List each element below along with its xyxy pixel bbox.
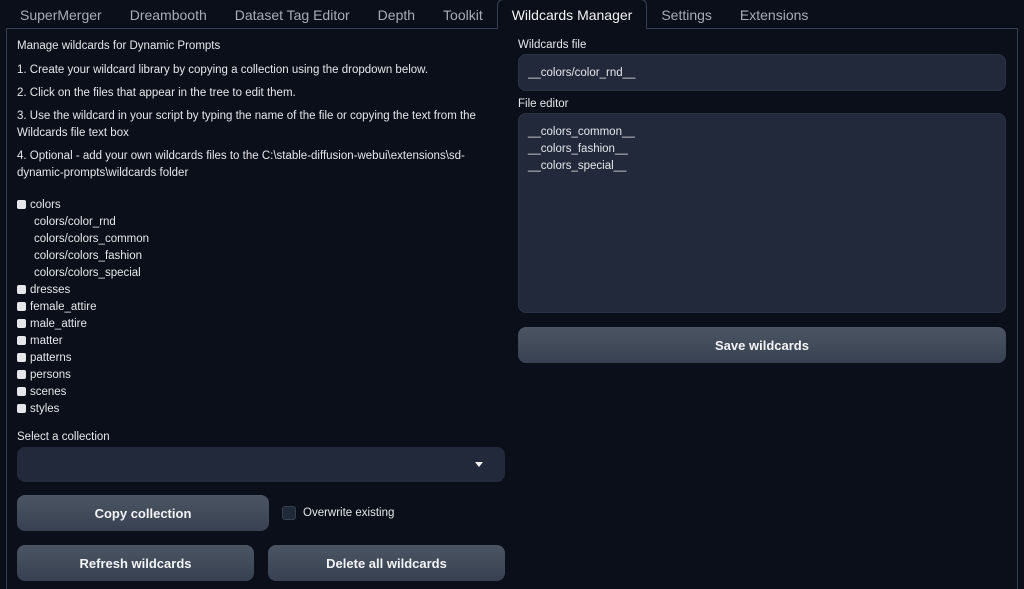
tree-item-label: patterns bbox=[30, 351, 72, 364]
expand-icon[interactable] bbox=[17, 404, 26, 413]
instruction-step-3: 3. Use the wildcard in your script by ty… bbox=[17, 110, 476, 139]
tree-file-item[interactable]: colors/color_rnd bbox=[17, 213, 317, 230]
wildcard-tree: colors colors/color_rnd colors/colors_comm… bbox=[17, 196, 317, 417]
collection-label: Select a collection bbox=[17, 431, 110, 443]
instruction-step-1: 1. Create your wildcard library by copyi… bbox=[17, 64, 429, 76]
dropdown-caret-icon bbox=[475, 462, 483, 467]
tree-folder-item[interactable]: female_attire bbox=[17, 298, 317, 315]
tab-toolkit[interactable]: Toolkit bbox=[429, 0, 497, 29]
expand-icon[interactable] bbox=[17, 353, 26, 362]
tree-item-label: colors/colors_common bbox=[34, 232, 150, 245]
expand-icon[interactable] bbox=[17, 336, 26, 345]
tree-item-label: colors bbox=[30, 198, 61, 211]
tab-depth[interactable]: Depth bbox=[364, 0, 429, 29]
file-editor-textarea[interactable] bbox=[518, 113, 1006, 313]
expand-icon[interactable] bbox=[17, 387, 26, 396]
copy-collection-button[interactable]: Copy collection bbox=[17, 495, 269, 531]
expand-icon[interactable] bbox=[17, 319, 26, 328]
overwrite-existing-checkbox[interactable]: Overwrite existing bbox=[282, 506, 394, 520]
save-wildcards-button[interactable]: Save wildcards bbox=[518, 327, 1006, 363]
tree-folder-item[interactable]: styles bbox=[17, 400, 317, 417]
tree-folder-item[interactable]: patterns bbox=[17, 349, 317, 366]
instruction-step-2: 2. Click on the files that appear in the… bbox=[17, 87, 296, 99]
expand-icon[interactable] bbox=[17, 285, 26, 294]
tree-folder-item[interactable]: colors bbox=[17, 196, 317, 213]
instructions: Manage wildcards for Dynamic Prompts 1. … bbox=[17, 38, 505, 188]
instructions-title: Manage wildcards for Dynamic Prompts bbox=[17, 40, 221, 52]
instruction-step-4: 4. Optional - add your own wildcards fil… bbox=[17, 150, 465, 179]
expand-icon[interactable] bbox=[17, 200, 26, 209]
tab-dreambooth[interactable]: Dreambooth bbox=[116, 0, 221, 29]
checkbox-box[interactable] bbox=[282, 506, 296, 520]
expand-icon[interactable] bbox=[17, 370, 26, 379]
tree-item-label: colors/color_rnd bbox=[34, 215, 116, 228]
wildcards-file-input[interactable] bbox=[518, 54, 1006, 91]
tree-folder-item[interactable]: matter bbox=[17, 332, 317, 349]
tree-item-label: male_attire bbox=[30, 317, 87, 330]
tree-item-label: persons bbox=[30, 368, 71, 381]
tree-item-label: scenes bbox=[30, 385, 67, 398]
file-editor-label: File editor bbox=[518, 98, 569, 110]
tab-extensions[interactable]: Extensions bbox=[726, 0, 822, 29]
tree-folder-item[interactable]: male_attire bbox=[17, 315, 317, 332]
expand-icon[interactable] bbox=[17, 302, 26, 311]
tree-item-label: colors/colors_fashion bbox=[34, 249, 143, 262]
tab-dataset-tag-editor[interactable]: Dataset Tag Editor bbox=[221, 0, 364, 29]
tab-wildcards-manager[interactable]: Wildcards Manager bbox=[496, 0, 648, 29]
wildcards-file-label: Wildcards file bbox=[518, 39, 587, 51]
tree-folder-item[interactable]: persons bbox=[17, 366, 317, 383]
tree-item-label: matter bbox=[30, 334, 63, 347]
tree-item-label: styles bbox=[30, 402, 60, 415]
tree-item-label: female_attire bbox=[30, 300, 97, 313]
tree-file-item[interactable]: colors/colors_fashion bbox=[17, 247, 317, 264]
tab-bar: SuperMerger Dreambooth Dataset Tag Editor D… bbox=[6, 0, 1018, 29]
tab-supermerger[interactable]: SuperMerger bbox=[6, 0, 116, 29]
tree-item-label: colors/colors_special bbox=[34, 266, 141, 279]
collection-dropdown[interactable] bbox=[17, 447, 505, 482]
delete-all-wildcards-button[interactable]: Delete all wildcards bbox=[268, 545, 505, 581]
tree-folder-item[interactable]: scenes bbox=[17, 383, 317, 400]
tree-file-item[interactable]: colors/colors_special bbox=[17, 264, 317, 281]
tab-settings[interactable]: Settings bbox=[647, 0, 726, 29]
tree-folder-item[interactable]: dresses bbox=[17, 281, 317, 298]
refresh-wildcards-button[interactable]: Refresh wildcards bbox=[17, 545, 254, 581]
tree-item-label: dresses bbox=[30, 283, 71, 296]
tree-file-item[interactable]: colors/colors_common bbox=[17, 230, 317, 247]
overwrite-existing-label: Overwrite existing bbox=[303, 507, 395, 519]
